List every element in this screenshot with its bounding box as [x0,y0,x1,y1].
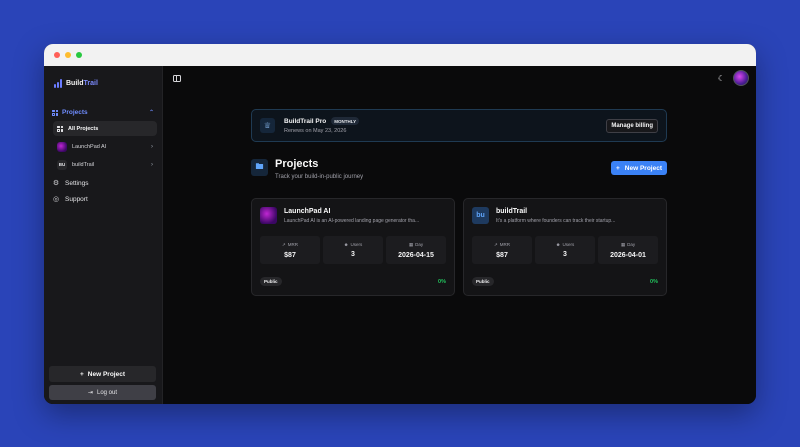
calendar-icon: ▦ [620,241,626,247]
stat-day: ▦ Day 2026-04-15 [386,236,446,264]
brand[interactable]: BuildTrail [44,66,162,92]
lifebuoy-icon: ◎ [52,196,60,203]
project-card[interactable]: bu buildTrail It's a platform where foun… [463,198,667,296]
stat-day: ▦ Day 2026-04-01 [598,236,658,264]
sidebar-nav: Projects ⌃ All Projects LaunchPad AI › B… [44,92,162,207]
projects-submenu: All Projects LaunchPad AI › BU buildTrai… [49,119,157,172]
chevron-up-icon: ⌃ [148,110,154,116]
stat-users: ☻ Users 3 [535,236,595,264]
billing-period-badge: MONTHLY [331,117,360,125]
sidebar-item-support[interactable]: ◎ Support [49,191,157,207]
sidebar-footer: + New Project ⇥ Log out [49,366,156,400]
gear-icon: ⚙ [52,180,60,187]
project-description: LaunchPad AI is an AI-powered landing pa… [284,218,420,224]
visibility-badge: Public [260,277,282,286]
minimize-window-button[interactable] [65,52,71,58]
new-project-button[interactable]: + New Project [610,161,667,175]
logout-button[interactable]: ⇥ Log out [49,385,156,400]
stat-mrr: ↗ MRR $87 [472,236,532,264]
project-description: It's a platform where founders can track… [496,218,616,224]
project-card[interactable]: LaunchPad AI LaunchPad AI is an AI-power… [251,198,455,296]
sidebar-item-buildtrail[interactable]: BU buildTrail › [53,157,157,172]
main-content: ☾ ♕ BuildTrail Pro MONTHLY Renews on May… [163,66,756,404]
plan-name: BuildTrail Pro [284,117,327,125]
logout-icon: ⇥ [87,390,93,396]
manage-billing-button[interactable]: Manage billing [606,118,658,133]
project-monogram: bu [472,207,489,224]
projects-header: 🖿 Projects Track your build-in-public jo… [251,157,667,183]
users-icon: ☻ [555,242,561,247]
sidebar-toggle-icon[interactable] [173,74,181,82]
crown-icon: ♕ [260,118,275,133]
topbar: ☾ [163,66,756,90]
window-titlebar [44,44,756,66]
close-window-button[interactable] [54,52,60,58]
sidebar-item-projects[interactable]: Projects ⌃ [49,106,157,119]
sidebar-item-label: Projects [62,109,88,116]
trend-up-icon: ↗ [281,241,286,247]
chevron-right-icon: › [151,143,153,150]
app: BuildTrail Projects ⌃ All Projects Launc… [44,66,756,404]
browser-window: BuildTrail Projects ⌃ All Projects Launc… [44,44,756,404]
moon-icon[interactable]: ☾ [718,74,725,83]
grid-icon [57,125,63,132]
plus-icon: + [615,164,620,172]
plus-icon: + [79,370,84,378]
sidebar-item-launchpad-ai[interactable]: LaunchPad AI › [53,139,157,154]
page-subtitle: Track your build-in-public journey [275,174,364,180]
maximize-window-button[interactable] [76,52,82,58]
users-icon: ☻ [343,242,349,247]
brand-name: BuildTrail [66,80,98,87]
sidebar-item-all-projects[interactable]: All Projects [53,121,157,136]
visibility-badge: Public [472,277,494,286]
project-name: LaunchPad AI [284,208,331,215]
project-stats: ↗ MRR $87 ☻ Users 3 ▦ Day 2026-04-01 [472,236,658,264]
stat-mrr: ↗ MRR $87 [260,236,320,264]
page-title: Projects [275,158,319,170]
sidebar-new-project-button[interactable]: + New Project [49,366,156,382]
folder-icon: 🖿 [251,159,268,176]
project-name: buildTrail [496,208,528,215]
renewal-date: Renews on May 23, 2026 [284,128,347,134]
billing-banner: ♕ BuildTrail Pro MONTHLY Renews on May 2… [251,109,667,142]
grid-icon [52,109,58,116]
avatar[interactable] [733,70,749,86]
chevron-right-icon: › [151,161,153,168]
project-thumbnail [260,207,277,224]
project-stats: ↗ MRR $87 ☻ Users 3 ▦ Day 2026-04-15 [260,236,446,264]
trend-up-icon: ↗ [493,241,498,247]
calendar-icon: ▦ [408,241,414,247]
sidebar: BuildTrail Projects ⌃ All Projects Launc… [44,66,163,404]
sidebar-item-settings[interactable]: ⚙ Settings [49,175,157,191]
stat-users: ☻ Users 3 [323,236,383,264]
progress-percent: 0% [438,278,446,285]
project-thumbnail [57,141,67,152]
progress-percent: 0% [650,278,658,285]
bar-chart-logo-icon [54,79,62,88]
project-monogram: BU [57,159,67,170]
